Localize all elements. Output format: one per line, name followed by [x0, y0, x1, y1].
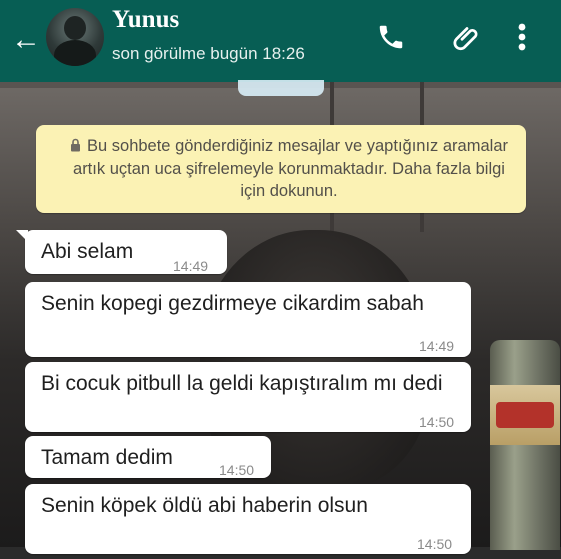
message-bubble[interactable]: Tamam dedim 14:50 — [25, 436, 271, 478]
message-bubble[interactable]: Abi selam 14:49 — [16, 230, 227, 274]
message-text: Senin köpek öldü abi haberin olsun — [41, 494, 368, 517]
arrow-left-icon[interactable]: ← — [8, 22, 44, 58]
more-vert-icon[interactable] — [515, 20, 529, 59]
lock-icon — [70, 136, 81, 158]
avatar[interactable] — [46, 8, 104, 66]
wallpaper-bottle — [490, 340, 560, 550]
date-chip — [238, 80, 324, 96]
avatar-body — [54, 40, 96, 66]
message-time: 14:50 — [419, 414, 455, 430]
contact-name[interactable]: Yunus — [112, 6, 179, 34]
message-time: 14:49 — [419, 338, 455, 354]
encryption-notice-text: Bu sohbete gönderdiğiniz mesajlar ve yap… — [73, 137, 508, 200]
message-bubble[interactable]: Senin kopegi gezdirmeye cikardim sabah 1… — [25, 282, 471, 357]
message-text: Senin kopegi gezdirmeye cikardim sabah — [41, 292, 424, 315]
encryption-notice-body: Bu sohbete gönderdiğiniz mesajlar ve yap… — [66, 135, 512, 202]
wallpaper-bottle-label-band — [496, 402, 554, 428]
encryption-notice[interactable]: Bu sohbete gönderdiğiniz mesajlar ve yap… — [36, 125, 526, 213]
last-seen-status: son görülme bugün 18:26 — [112, 44, 305, 63]
phone-icon[interactable] — [376, 22, 406, 57]
paperclip-icon[interactable] — [452, 22, 482, 59]
avatar-head — [64, 16, 86, 40]
chat-header: ← Yunus son görülme bugün 18:26 — [0, 0, 561, 82]
message-text: Tamam dedim — [41, 446, 173, 469]
message-text: Abi selam — [41, 240, 134, 263]
message-time: 14:50 — [219, 462, 255, 478]
message-bubble[interactable]: Senin köpek öldü abi haberin olsun 14:50 — [25, 484, 471, 554]
message-time: 14:49 — [173, 258, 209, 274]
message-text: Bi cocuk pitbull la geldi kapıştıralım m… — [41, 372, 443, 395]
message-time: 14:50 — [417, 536, 453, 552]
message-bubble[interactable]: Bi cocuk pitbull la geldi kapıştıralım m… — [25, 362, 471, 432]
bubble-tail — [16, 230, 28, 242]
